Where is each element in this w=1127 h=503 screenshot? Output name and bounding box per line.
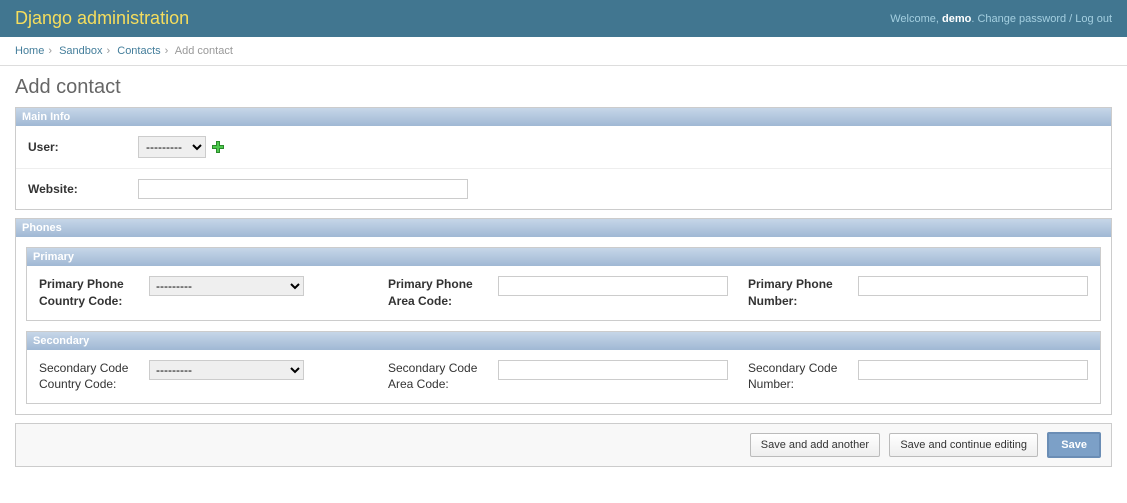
breadcrumbs: Home› Sandbox› Contacts› Add contact xyxy=(0,37,1127,66)
website-row: Website: xyxy=(16,169,1111,209)
primary-title: Primary xyxy=(27,248,1100,266)
breadcrumb-contacts[interactable]: Contacts xyxy=(117,45,160,57)
user-row: User: --------- xyxy=(16,126,1111,169)
secondary-phone-module: Secondary Secondary Code Country Code: -… xyxy=(26,331,1101,405)
primary-phone-module: Primary Primary Phone Country Code: ----… xyxy=(26,247,1101,321)
username: demo xyxy=(942,13,971,25)
secondary-area-input[interactable] xyxy=(498,360,728,380)
site-title: Django administration xyxy=(15,8,189,29)
page-title: Add contact xyxy=(15,76,1112,99)
primary-number-field: Primary Phone Number: xyxy=(748,276,1088,310)
secondary-country-label: Secondary Code Country Code: xyxy=(39,360,134,394)
primary-phone-row: Primary Phone Country Code: --------- Pr… xyxy=(27,266,1100,320)
main-info-module: Main Info User: --------- Website: xyxy=(15,107,1112,210)
primary-country-select[interactable]: --------- xyxy=(149,276,304,296)
user-select[interactable]: --------- xyxy=(138,136,206,158)
breadcrumb-home[interactable]: Home xyxy=(15,45,44,57)
user-tools: Welcome, demo. Change password / Log out xyxy=(890,13,1112,25)
website-label: Website: xyxy=(28,182,138,196)
secondary-phone-row: Secondary Code Country Code: --------- S… xyxy=(27,350,1100,404)
secondary-country-field: Secondary Code Country Code: --------- xyxy=(39,360,368,394)
add-icon[interactable] xyxy=(212,141,224,153)
secondary-country-select[interactable]: --------- xyxy=(149,360,304,380)
save-continue-button[interactable]: Save and continue editing xyxy=(889,433,1038,457)
main-info-title: Main Info xyxy=(16,108,1111,126)
submit-row: Save and add another Save and continue e… xyxy=(15,423,1112,467)
save-add-another-button[interactable]: Save and add another xyxy=(750,433,880,457)
phones-title: Phones xyxy=(16,219,1111,237)
primary-country-field: Primary Phone Country Code: --------- xyxy=(39,276,368,310)
save-button[interactable]: Save xyxy=(1047,432,1101,458)
breadcrumb-sandbox[interactable]: Sandbox xyxy=(59,45,102,57)
primary-area-field: Primary Phone Area Code: xyxy=(388,276,728,310)
welcome-text: Welcome, xyxy=(890,13,942,25)
change-password-link[interactable]: Change password xyxy=(977,13,1066,25)
content: Add contact Main Info User: --------- We… xyxy=(0,66,1127,487)
primary-number-label: Primary Phone Number: xyxy=(748,276,843,310)
user-label: User: xyxy=(28,140,138,154)
secondary-number-input[interactable] xyxy=(858,360,1088,380)
primary-number-input[interactable] xyxy=(858,276,1088,296)
header: Django administration Welcome, demo. Cha… xyxy=(0,0,1127,37)
secondary-area-label: Secondary Code Area Code: xyxy=(388,360,483,394)
logout-link[interactable]: Log out xyxy=(1075,13,1112,25)
website-input[interactable] xyxy=(138,179,468,199)
secondary-title: Secondary xyxy=(27,332,1100,350)
breadcrumb-current: Add contact xyxy=(175,45,233,57)
primary-area-input[interactable] xyxy=(498,276,728,296)
secondary-number-label: Secondary Code Number: xyxy=(748,360,843,394)
primary-country-label: Primary Phone Country Code: xyxy=(39,276,134,310)
secondary-area-field: Secondary Code Area Code: xyxy=(388,360,728,394)
primary-area-label: Primary Phone Area Code: xyxy=(388,276,483,310)
phones-module: Phones Primary Primary Phone Country Cod… xyxy=(15,218,1112,415)
secondary-number-field: Secondary Code Number: xyxy=(748,360,1088,394)
